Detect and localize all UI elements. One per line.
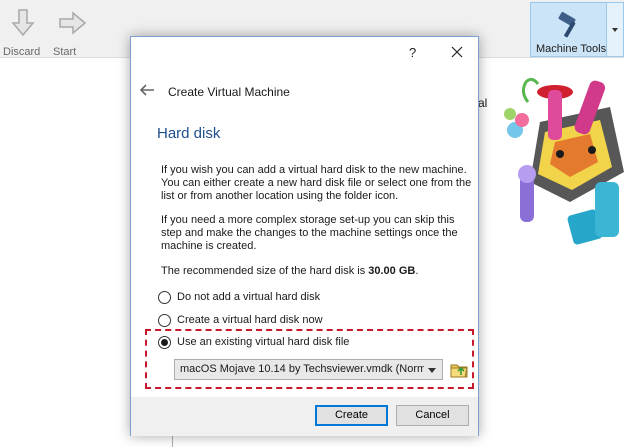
radio-no-disk[interactable]: Do not add a virtual hard disk	[158, 289, 320, 305]
start-label: Start	[53, 46, 77, 58]
cancel-button[interactable]: Cancel	[396, 405, 469, 426]
recommended-size-text: The recommended size of the hard disk is…	[161, 265, 473, 278]
recommended-prefix: The recommended size of the hard disk is	[161, 265, 369, 277]
radio-button[interactable]	[158, 313, 171, 327]
recommended-size-value: 30.00 GB	[368, 265, 416, 277]
radio-label: Create a virtual hard disk now	[177, 314, 323, 326]
dialog-title: Create Virtual Machine	[168, 85, 290, 99]
create-button[interactable]: Create	[315, 405, 388, 426]
close-icon[interactable]	[449, 44, 465, 60]
start-arrow-icon	[59, 11, 87, 35]
recommended-suffix: .	[415, 265, 419, 277]
discard-arrow-icon	[11, 9, 35, 37]
dialog-footer: Create Cancel	[131, 397, 478, 436]
section-title: Hard disk	[157, 125, 221, 142]
create-vm-dialog: ? Create Virtual Machine Hard disk If yo…	[130, 36, 479, 436]
start-button[interactable]: Start	[50, 4, 100, 58]
discard-button[interactable]: Discard	[0, 4, 50, 58]
storage-paragraph: If you need a more complex storage set-u…	[161, 214, 458, 252]
highlight-dashed-box	[145, 329, 474, 389]
radio-label: Do not add a virtual hard disk	[177, 291, 321, 303]
chevron-down-icon	[612, 28, 618, 32]
machine-tools-dropdown[interactable]	[607, 2, 624, 57]
radio-create-disk[interactable]: Create a virtual hard disk now	[158, 312, 323, 328]
help-button[interactable]: ?	[409, 45, 416, 60]
radio-button[interactable]	[158, 290, 171, 304]
intro-paragraph: If you wish you can add a virtual hard d…	[161, 164, 472, 202]
background-text: al	[478, 96, 488, 110]
virtualbox-mascot-image	[504, 77, 624, 245]
hammer-icon	[558, 11, 576, 38]
machine-tools-button[interactable]: Machine Tools	[530, 2, 607, 57]
discard-label: Discard	[3, 46, 41, 58]
back-arrow-icon[interactable]	[139, 83, 155, 97]
machine-tools-label: Machine Tools	[536, 43, 607, 55]
